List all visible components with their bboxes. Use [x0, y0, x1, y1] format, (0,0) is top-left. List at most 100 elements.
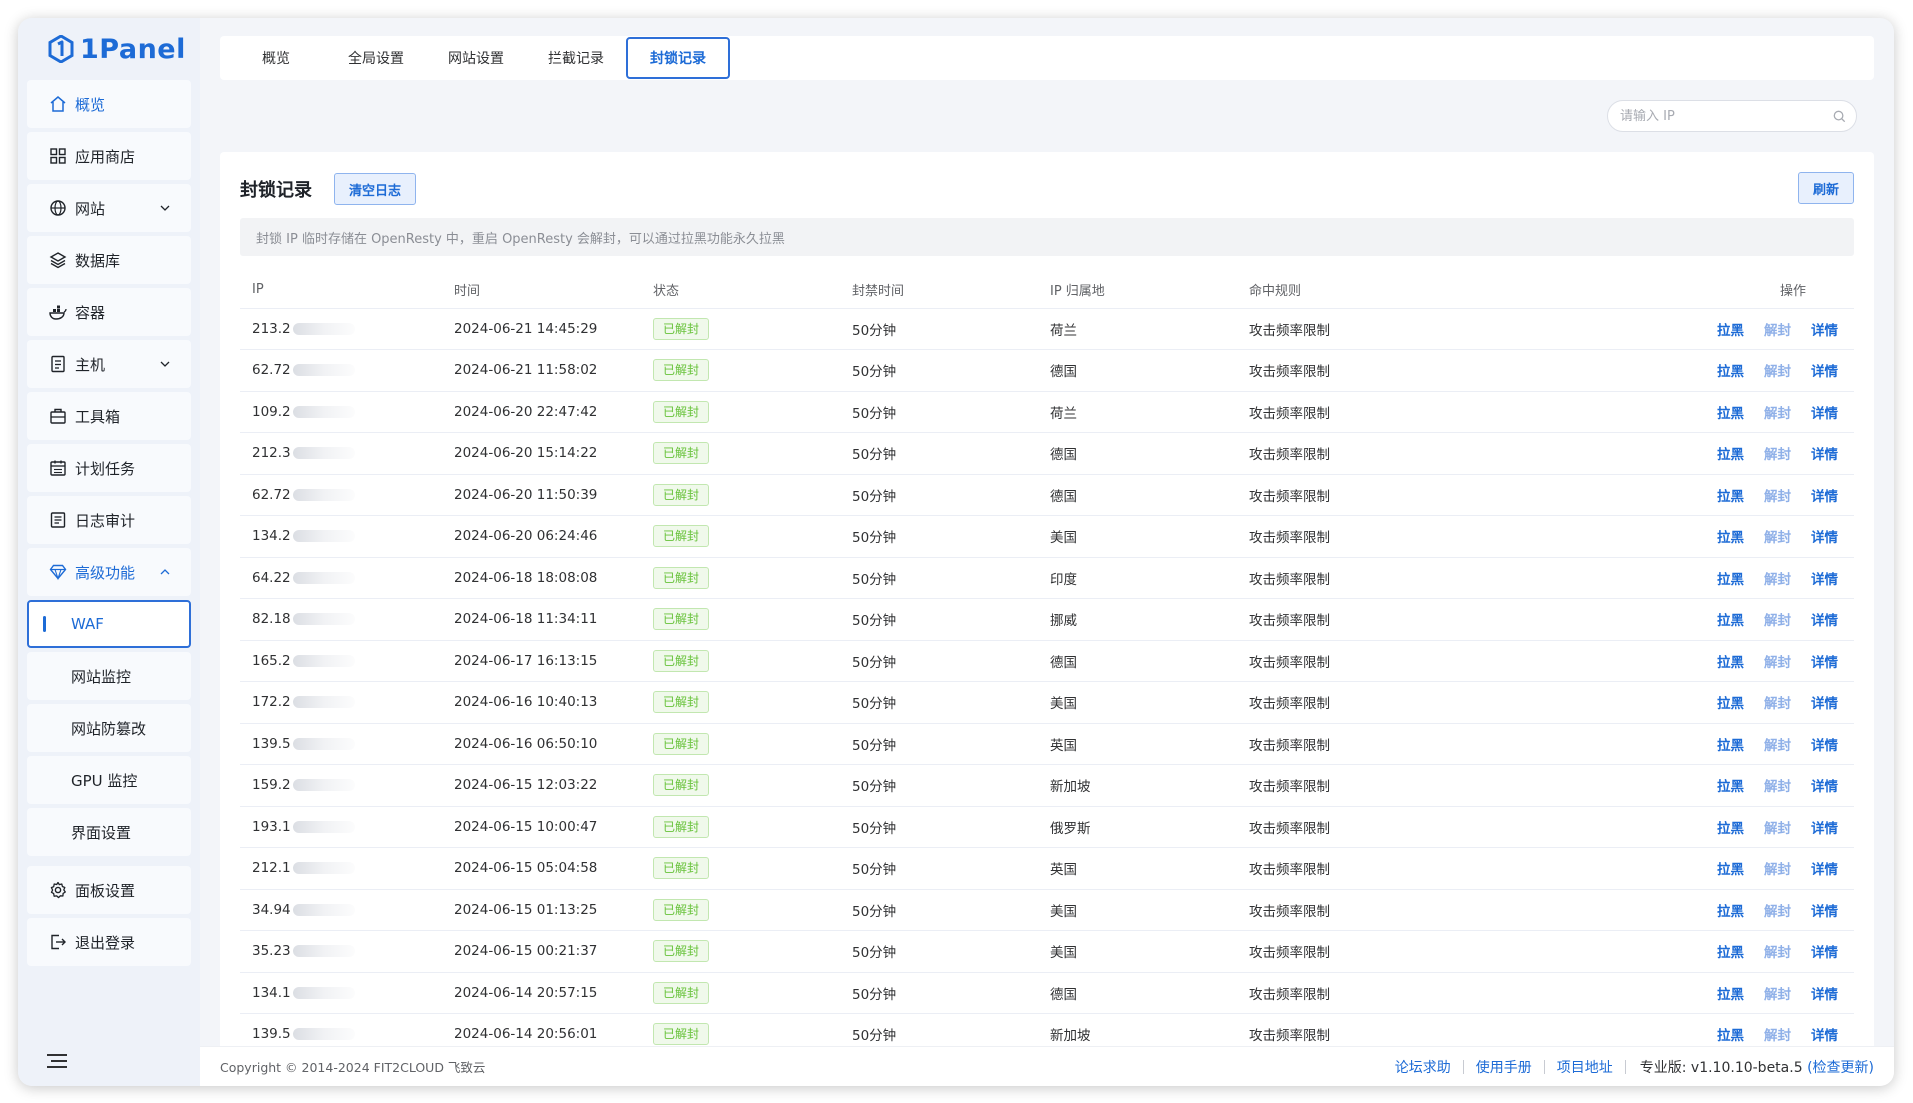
check-update-link[interactable]: (检查更新) [1807, 1060, 1874, 1076]
detail-button[interactable]: 详情 [1811, 485, 1838, 505]
sidebar-item-gpu[interactable]: GPU 监控 [27, 756, 191, 804]
unblock-button[interactable]: 解封 [1764, 651, 1791, 671]
sidebar-item-waf[interactable]: WAF [27, 600, 191, 648]
blacklist-button[interactable]: 拉黑 [1717, 319, 1744, 339]
sidebar-item-advanced[interactable]: 高级功能 [27, 548, 191, 596]
rule-cell: 攻击频率限制 [1237, 598, 1436, 641]
blacklist-button[interactable]: 拉黑 [1717, 609, 1744, 629]
sidebar-item-container[interactable]: 容器 [27, 288, 191, 336]
unblock-button[interactable]: 解封 [1764, 443, 1791, 463]
sidebar-item-toolbox[interactable]: 工具箱 [27, 392, 191, 440]
blacklist-button[interactable]: 拉黑 [1717, 941, 1744, 961]
unblock-button[interactable]: 解封 [1764, 1024, 1791, 1044]
logo[interactable]: 1Panel [18, 18, 200, 80]
actions-cell: 拉黑 解封 详情 [1436, 349, 1854, 392]
unblock-button[interactable]: 解封 [1764, 734, 1791, 754]
detail-button[interactable]: 详情 [1811, 443, 1838, 463]
blacklist-button[interactable]: 拉黑 [1717, 1024, 1744, 1044]
clear-log-button[interactable]: 清空日志 [334, 173, 417, 205]
detail-button[interactable]: 详情 [1811, 609, 1838, 629]
sidebar-item-website[interactable]: 网站 [27, 184, 191, 232]
sidebar-item-tamper[interactable]: 网站防篡改 [27, 704, 191, 752]
detail-button[interactable]: 详情 [1811, 1024, 1838, 1044]
sidebar-item-overview[interactable]: 概览 [27, 80, 191, 128]
detail-button[interactable]: 详情 [1811, 568, 1838, 588]
blacklist-button[interactable]: 拉黑 [1717, 651, 1744, 671]
menu-collapse-icon[interactable] [46, 1052, 68, 1070]
column-header: 状态 [641, 272, 840, 309]
detail-button[interactable]: 详情 [1811, 402, 1838, 422]
table-row: 134.1 2024-06-14 20:57:15 已解封 50分钟 德国 攻击频率限制拉… [240, 972, 1854, 1014]
unblock-button[interactable]: 解封 [1764, 692, 1791, 712]
detail-button[interactable]: 详情 [1811, 319, 1838, 339]
duration-cell: 50分钟 [840, 972, 1038, 1014]
unblock-button[interactable]: 解封 [1764, 568, 1791, 588]
sidebar-item-cron[interactable]: 计划任务 [27, 444, 191, 492]
ip-text: 62.72 [252, 486, 291, 503]
ip-search[interactable] [1607, 100, 1857, 132]
tab-3[interactable]: 拦截记录 [526, 37, 626, 79]
unblock-button[interactable]: 解封 [1764, 402, 1791, 422]
detail-button[interactable]: 详情 [1811, 692, 1838, 712]
unblock-button[interactable]: 解封 [1764, 485, 1791, 505]
manual-link[interactable]: 使用手册 [1464, 1057, 1544, 1077]
blacklist-button[interactable]: 拉黑 [1717, 443, 1744, 463]
unblock-button[interactable]: 解封 [1764, 609, 1791, 629]
blacklist-button[interactable]: 拉黑 [1717, 900, 1744, 920]
unblock-button[interactable]: 解封 [1764, 360, 1791, 380]
tab-0[interactable]: 概览 [226, 37, 326, 79]
forum-link[interactable]: 论坛求助 [1383, 1057, 1463, 1077]
unblock-button[interactable]: 解封 [1764, 319, 1791, 339]
refresh-button[interactable]: 刷新 [1797, 172, 1854, 204]
detail-button[interactable]: 详情 [1811, 941, 1838, 961]
ip-redaction [292, 1028, 355, 1041]
detail-button[interactable]: 详情 [1811, 651, 1838, 671]
sidebar-item-appstore[interactable]: 应用商店 [27, 132, 191, 180]
detail-button[interactable]: 详情 [1811, 817, 1838, 837]
unblock-button[interactable]: 解封 [1764, 983, 1791, 1003]
blacklist-button[interactable]: 拉黑 [1717, 775, 1744, 795]
blacklist-button[interactable]: 拉黑 [1717, 983, 1744, 1003]
sidebar-item-ui[interactable]: 界面设置 [27, 808, 191, 856]
unblock-button[interactable]: 解封 [1764, 858, 1791, 878]
blacklist-button[interactable]: 拉黑 [1717, 568, 1744, 588]
blacklist-button[interactable]: 拉黑 [1717, 360, 1744, 380]
status-cell: 已解封 [641, 391, 840, 433]
detail-button[interactable]: 详情 [1811, 858, 1838, 878]
detail-button[interactable]: 详情 [1811, 526, 1838, 546]
home-icon [49, 95, 67, 113]
blacklist-button[interactable]: 拉黑 [1717, 734, 1744, 754]
detail-button[interactable]: 详情 [1811, 360, 1838, 380]
search-icon[interactable] [1833, 110, 1846, 123]
blacklist-button[interactable]: 拉黑 [1717, 858, 1744, 878]
sidebar-item-logs[interactable]: 日志审计 [27, 496, 191, 544]
detail-button[interactable]: 详情 [1811, 900, 1838, 920]
unblock-button[interactable]: 解封 [1764, 817, 1791, 837]
time-cell: 2024-06-18 11:34:11 [442, 598, 641, 641]
blacklist-button[interactable]: 拉黑 [1717, 817, 1744, 837]
sidebar-item-settings[interactable]: 面板设置 [27, 866, 191, 914]
unblock-button[interactable]: 解封 [1764, 775, 1791, 795]
blacklist-button[interactable]: 拉黑 [1717, 526, 1744, 546]
detail-button[interactable]: 详情 [1811, 734, 1838, 754]
tab-4[interactable]: 封锁记录 [626, 37, 730, 79]
project-link[interactable]: 项目地址 [1545, 1057, 1625, 1077]
detail-button[interactable]: 详情 [1811, 775, 1838, 795]
detail-button[interactable]: 详情 [1811, 983, 1838, 1003]
duration-cell: 50分钟 [840, 515, 1038, 558]
tab-2[interactable]: 网站设置 [426, 37, 526, 79]
unblock-button[interactable]: 解封 [1764, 526, 1791, 546]
tab-1[interactable]: 全局设置 [326, 37, 426, 79]
unblock-button[interactable]: 解封 [1764, 941, 1791, 961]
blacklist-button[interactable]: 拉黑 [1717, 485, 1744, 505]
sidebar-item-logout[interactable]: 退出登录 [27, 918, 191, 966]
blacklist-button[interactable]: 拉黑 [1717, 692, 1744, 712]
sidebar-item-monitor[interactable]: 网站监控 [27, 652, 191, 700]
blacklist-button[interactable]: 拉黑 [1717, 402, 1744, 422]
unblock-button[interactable]: 解封 [1764, 900, 1791, 920]
sidebar-item-database[interactable]: 数据库 [27, 236, 191, 284]
sidebar-item-host[interactable]: 主机 [27, 340, 191, 388]
ip-search-input[interactable] [1620, 108, 1820, 124]
actions-cell: 拉黑 解封 详情 [1436, 889, 1854, 931]
table-row: 64.22 2024-06-18 18:08:08 已解封 50分钟 印度 攻击频率限制拉… [240, 557, 1854, 599]
